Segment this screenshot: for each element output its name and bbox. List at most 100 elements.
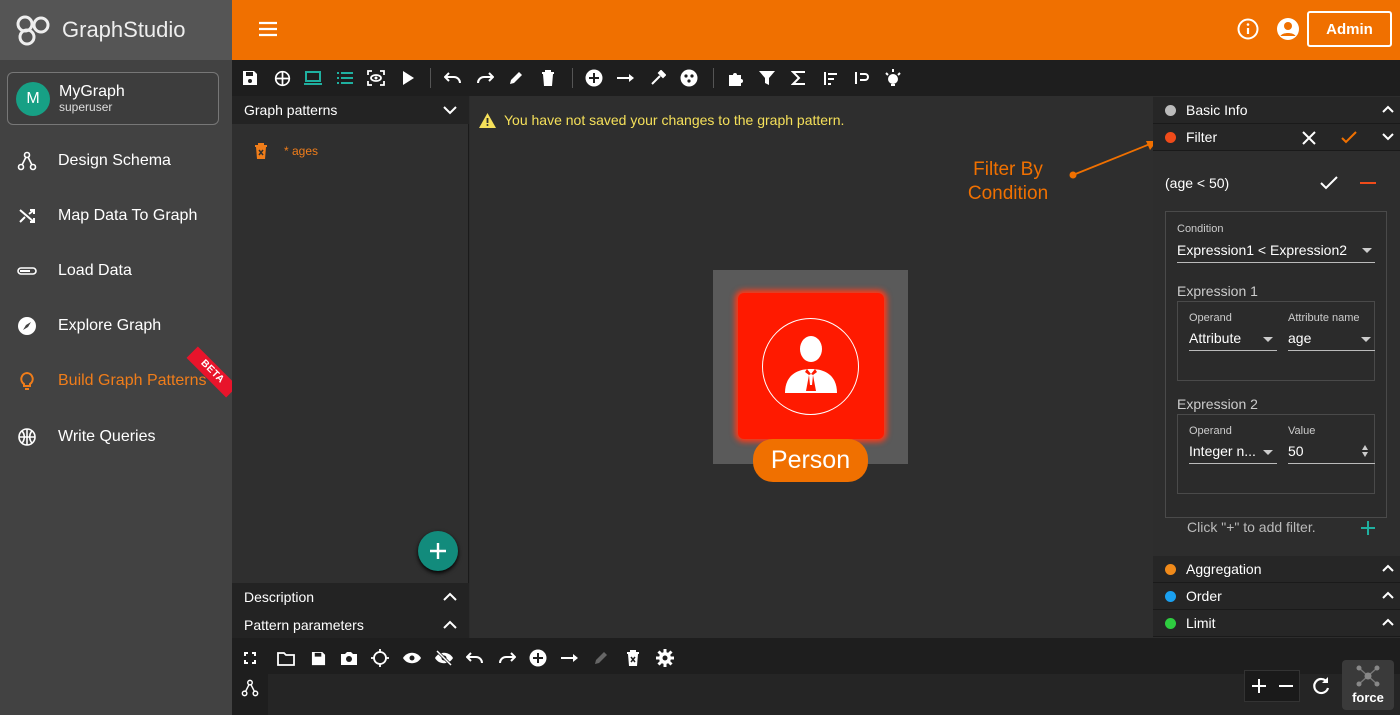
chevron-down-icon[interactable] xyxy=(443,105,457,115)
nav-load-data[interactable]: Load Data xyxy=(0,243,232,298)
account-icon[interactable] xyxy=(1276,17,1300,41)
picker-icon[interactable] xyxy=(649,69,667,87)
nav-design-schema[interactable]: Design Schema xyxy=(0,133,232,188)
person-vertex[interactable] xyxy=(738,293,884,439)
filter-icon[interactable] xyxy=(758,69,776,87)
chevron-up-icon[interactable] xyxy=(1382,618,1394,627)
folder-icon[interactable] xyxy=(277,649,295,667)
shuffle-icon xyxy=(16,205,38,227)
result-canvas[interactable] xyxy=(268,674,1400,715)
pattern-parameters-header[interactable]: Pattern parameters xyxy=(232,611,469,639)
filter-expression: (age < 50) xyxy=(1165,175,1230,191)
redo-icon[interactable] xyxy=(498,649,516,667)
nav-write-queries[interactable]: Write Queries xyxy=(0,409,232,464)
attribute-name-select[interactable]: age xyxy=(1288,330,1311,346)
globe-icon xyxy=(16,426,38,448)
add-filter-icon[interactable] xyxy=(1360,520,1376,536)
locate-icon[interactable] xyxy=(371,649,389,667)
info-icon[interactable] xyxy=(1237,18,1259,40)
chevron-up-icon[interactable] xyxy=(1382,591,1394,600)
menu-icon[interactable] xyxy=(258,19,278,39)
camera-icon[interactable] xyxy=(340,649,358,667)
order-section[interactable]: Order xyxy=(1153,583,1400,610)
delete-pattern-icon[interactable] xyxy=(254,143,268,159)
edit-icon[interactable] xyxy=(507,69,525,87)
globe-icon[interactable] xyxy=(273,69,291,87)
nav-map-data[interactable]: Map Data To Graph xyxy=(0,188,232,243)
dropdown-arrow-icon xyxy=(1263,337,1273,342)
pattern-item[interactable]: * ages xyxy=(254,143,318,159)
nav-explore-graph[interactable]: Explore Graph xyxy=(0,298,232,353)
description-title: Description xyxy=(244,589,315,605)
annotation-line: Filter By xyxy=(973,159,1043,180)
undo-icon[interactable] xyxy=(466,649,484,667)
laptop-icon[interactable] xyxy=(304,69,322,87)
zoom-out-icon[interactable] xyxy=(1272,671,1299,701)
add-pattern-button[interactable] xyxy=(418,531,458,571)
delete-icon[interactable] xyxy=(539,69,557,87)
remove-filter-icon[interactable] xyxy=(1360,182,1376,184)
puzzle-icon[interactable] xyxy=(727,69,745,87)
hide-icon[interactable] xyxy=(435,649,453,667)
add-edge-icon[interactable] xyxy=(561,649,579,667)
zoom-controls xyxy=(1244,670,1300,702)
basic-info-section[interactable]: Basic Info xyxy=(1153,97,1400,124)
edit-icon[interactable] xyxy=(592,649,610,667)
check-icon[interactable] xyxy=(1341,131,1357,144)
value-underline xyxy=(1288,463,1375,464)
aggregation-section[interactable]: Aggregation xyxy=(1153,556,1400,583)
annotation-arrow xyxy=(1069,141,1157,179)
delete-icon[interactable] xyxy=(624,649,642,667)
list-icon[interactable] xyxy=(336,69,354,87)
graph-patterns-header[interactable]: Graph patterns xyxy=(232,96,469,124)
add-vertex-icon[interactable] xyxy=(585,69,603,87)
number-spinner-icon[interactable] xyxy=(1362,445,1368,457)
add-edge-icon[interactable] xyxy=(617,69,635,87)
admin-button[interactable]: Admin xyxy=(1307,11,1392,47)
description-header[interactable]: Description xyxy=(232,583,469,611)
limit-section[interactable]: Limit xyxy=(1153,610,1400,637)
toolbar-divider xyxy=(430,68,431,88)
face-icon[interactable] xyxy=(680,69,698,87)
chevron-down-icon[interactable] xyxy=(1382,132,1394,141)
chevron-up-icon[interactable] xyxy=(1382,105,1394,114)
zoom-in-icon[interactable] xyxy=(1245,671,1272,701)
chevron-up-icon[interactable] xyxy=(443,620,457,630)
confirm-filter-icon[interactable] xyxy=(1320,176,1338,190)
load-icon xyxy=(16,260,38,282)
lightbulb-icon xyxy=(16,370,38,392)
force-layout-icon xyxy=(1356,665,1380,687)
chevron-up-icon[interactable] xyxy=(443,592,457,602)
layout-force-button[interactable]: force xyxy=(1342,660,1394,710)
settings-icon[interactable] xyxy=(656,649,674,667)
fullscreen-icon[interactable] xyxy=(241,649,259,667)
undo-icon[interactable] xyxy=(444,69,462,87)
operand-select[interactable]: Attribute xyxy=(1189,330,1241,346)
operand-underline xyxy=(1189,350,1277,351)
value-input[interactable]: 50 xyxy=(1288,443,1304,459)
show-icon[interactable] xyxy=(403,649,421,667)
chevron-up-icon[interactable] xyxy=(1382,564,1394,573)
close-icon[interactable] xyxy=(1302,131,1316,145)
highlight-icon[interactable] xyxy=(884,69,902,87)
vertex-label[interactable]: Person xyxy=(753,439,868,482)
app-logo[interactable]: GraphStudio xyxy=(0,0,232,60)
schema-view-icon[interactable] xyxy=(241,679,259,697)
filter-section[interactable]: Filter xyxy=(1153,124,1400,151)
sum-icon[interactable] xyxy=(790,69,808,87)
view-icon[interactable] xyxy=(367,69,385,87)
add-vertex-icon[interactable] xyxy=(529,649,547,667)
run-icon[interactable] xyxy=(399,69,417,87)
redo-icon[interactable] xyxy=(476,69,494,87)
limit-icon[interactable] xyxy=(853,69,871,87)
save-icon[interactable] xyxy=(309,649,327,667)
save-icon[interactable] xyxy=(241,69,259,87)
graph-selector[interactable]: M MyGraph superuser xyxy=(7,72,219,125)
condition-select[interactable]: Expression1 < Expression2 xyxy=(1177,242,1347,258)
operand-label: Operand xyxy=(1189,425,1232,437)
refresh-icon[interactable] xyxy=(1311,676,1331,696)
condition-underline xyxy=(1177,262,1375,263)
nav-label: Write Queries xyxy=(58,427,156,445)
operand-select[interactable]: Integer n... xyxy=(1189,443,1256,459)
sort-icon[interactable] xyxy=(821,69,839,87)
